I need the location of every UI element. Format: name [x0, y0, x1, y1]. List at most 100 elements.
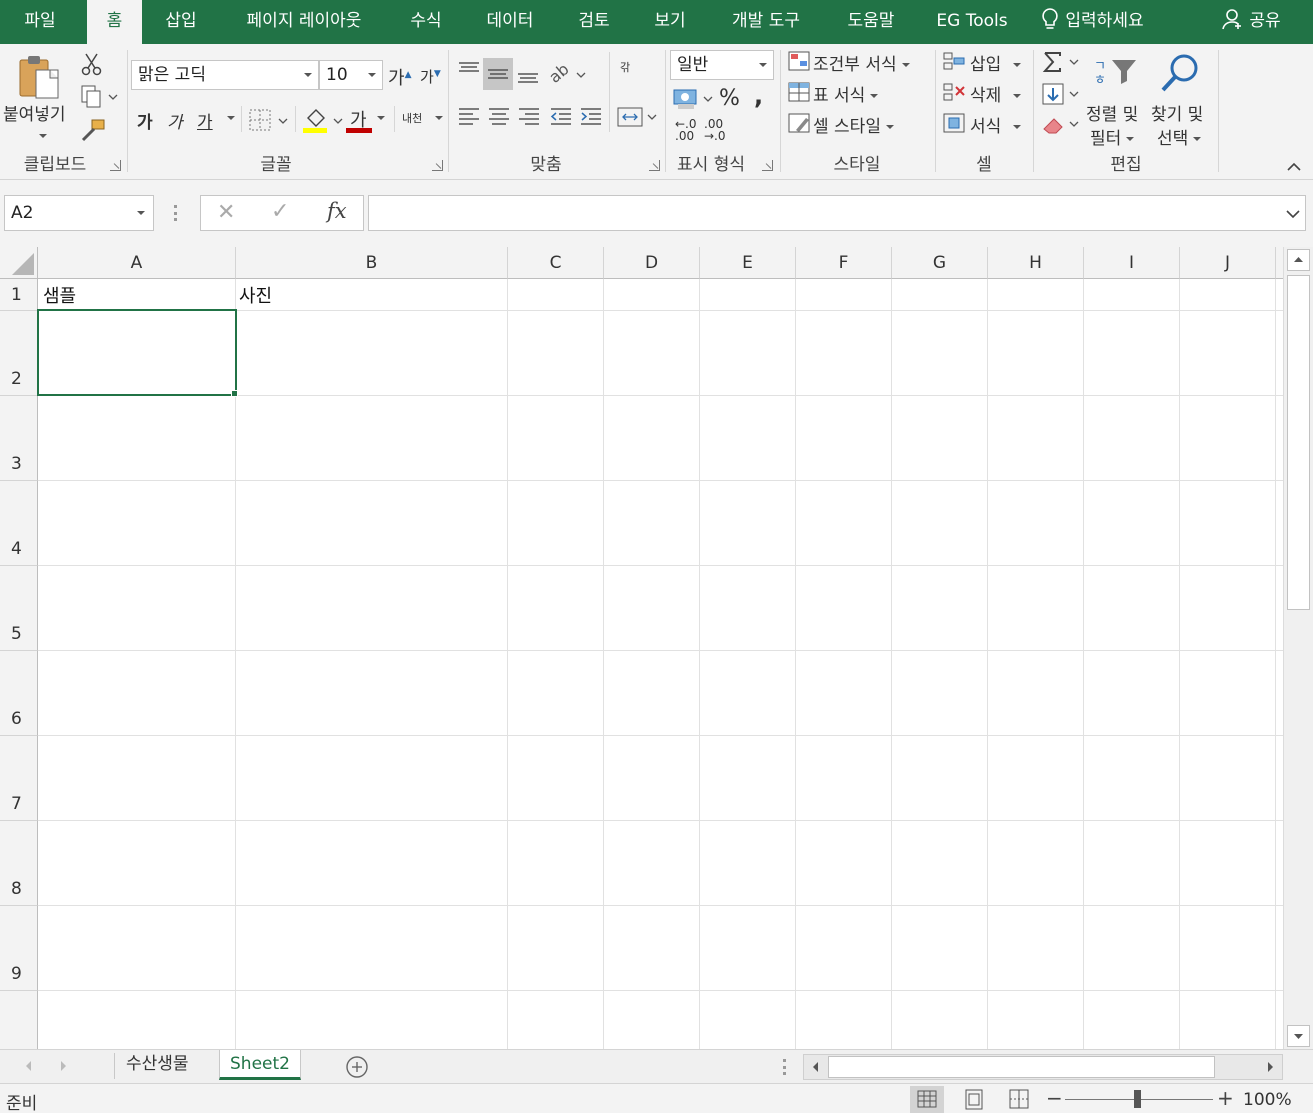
column-header-h[interactable]: H [988, 247, 1084, 279]
column-header-g[interactable]: G [892, 247, 988, 279]
cut-button[interactable] [80, 52, 104, 80]
select-all-button[interactable] [0, 247, 38, 279]
worksheet-grid[interactable]: A B C D E F G H I J 1 2 3 4 5 6 7 8 9 샘플… [0, 247, 1283, 1049]
insert-cells-button[interactable] [943, 51, 967, 77]
tell-me-box[interactable]: 입력하세요 [1040, 0, 1144, 44]
tab-help[interactable]: 도움말 [832, 0, 910, 44]
decrease-decimal-button[interactable]: .00 →.0 [704, 118, 730, 142]
column-header-d[interactable]: D [604, 247, 700, 279]
bold-button[interactable]: 가 [137, 108, 153, 133]
underline-button[interactable]: 가 [197, 108, 213, 133]
number-format-select[interactable]: 일반 [670, 50, 774, 80]
italic-button[interactable]: 가 [167, 108, 183, 133]
column-header-k[interactable] [1276, 247, 1283, 279]
font-name-select[interactable]: 맑은 고딕 [131, 60, 319, 90]
phonetic-dropdown[interactable] [430, 108, 443, 128]
page-break-view-button[interactable] [1002, 1086, 1036, 1113]
font-launcher[interactable] [432, 160, 443, 171]
copy-button[interactable] [80, 84, 120, 112]
font-size-select[interactable]: 10 [319, 60, 383, 90]
align-right-button[interactable] [516, 104, 542, 134]
name-box[interactable]: A2 [4, 195, 154, 231]
confirm-entry-button[interactable]: ✓ [271, 199, 289, 224]
column-header-c[interactable]: C [508, 247, 604, 279]
paste-dropdown[interactable] [34, 126, 47, 146]
column-header-b[interactable]: B [236, 247, 508, 279]
tab-review[interactable]: 검토 [564, 0, 624, 44]
scroll-sheets-right-icon[interactable] [56, 1059, 70, 1073]
row-header-5[interactable]: 5 [0, 566, 38, 651]
autosum-button[interactable] [1041, 50, 1083, 80]
conditional-formatting-button[interactable] [788, 51, 812, 77]
share-button[interactable]: 공유 [1222, 0, 1281, 44]
tab-insert[interactable]: 삽입 [150, 0, 212, 44]
fill-handle[interactable] [231, 390, 238, 397]
row-header-6[interactable]: 6 [0, 651, 38, 736]
formula-input[interactable] [368, 195, 1306, 231]
column-header-a[interactable]: A [38, 247, 236, 279]
accounting-format-button[interactable] [672, 86, 716, 116]
increase-indent-button[interactable] [578, 104, 604, 134]
phonetic-button[interactable]: 내천 [402, 110, 422, 126]
formula-bar-grip[interactable] [174, 205, 177, 221]
clear-button[interactable] [1041, 112, 1083, 142]
paste-button[interactable] [16, 52, 64, 106]
vertical-scroll-thumb[interactable] [1287, 275, 1310, 610]
column-header-j[interactable]: J [1180, 247, 1276, 279]
align-bottom-button[interactable] [515, 58, 541, 92]
underline-dropdown[interactable] [222, 108, 235, 128]
fill-color-button[interactable] [302, 106, 346, 138]
tab-data[interactable]: 데이터 [472, 0, 548, 44]
tab-developer[interactable]: 개발 도구 [714, 0, 818, 44]
column-header-e[interactable]: E [700, 247, 796, 279]
align-center-button[interactable] [486, 104, 512, 134]
cancel-entry-button[interactable]: ✕ [217, 200, 235, 225]
number-launcher[interactable] [762, 160, 773, 171]
find-select-button[interactable] [1158, 52, 1204, 100]
row-header-2[interactable]: 2 [0, 311, 38, 396]
new-sheet-button[interactable] [345, 1055, 369, 1083]
row-header-1[interactable]: 1 [0, 279, 38, 311]
align-middle-button[interactable] [483, 58, 513, 90]
font-color-dropdown[interactable] [372, 108, 385, 128]
grow-font-button[interactable]: 가▲ [388, 64, 411, 90]
orientation-button[interactable]: ab [545, 58, 589, 92]
scroll-sheets-left-icon[interactable] [22, 1059, 36, 1073]
cell-a1[interactable]: 샘플 [38, 282, 76, 308]
align-left-button[interactable] [456, 104, 482, 134]
align-top-button[interactable] [456, 58, 482, 88]
fill-button[interactable] [1041, 82, 1083, 112]
row-header-8[interactable]: 8 [0, 821, 38, 906]
shrink-font-button[interactable]: 가▼ [420, 66, 441, 87]
arrow-left-icon[interactable] [806, 1055, 826, 1079]
merge-center-button[interactable] [616, 104, 662, 134]
cell-b1[interactable]: 사진 [234, 282, 272, 308]
page-layout-view-button[interactable] [957, 1086, 991, 1113]
tab-page-layout[interactable]: 페이지 레이아웃 [226, 0, 382, 44]
column-header-f[interactable]: F [796, 247, 892, 279]
tab-view[interactable]: 보기 [640, 0, 700, 44]
arrow-right-icon[interactable] [1260, 1055, 1280, 1079]
collapse-ribbon-button[interactable] [1286, 158, 1302, 177]
increase-decimal-button[interactable]: ←.0 .00 [675, 118, 701, 142]
decrease-indent-button[interactable] [548, 104, 574, 134]
format-cells-button[interactable] [943, 113, 967, 139]
clipboard-launcher[interactable] [110, 160, 121, 171]
tab-home[interactable]: 홈 [87, 0, 142, 44]
sheet-tab-sheet2[interactable]: Sheet2 [219, 1050, 301, 1080]
scroll-up-button[interactable] [1287, 249, 1310, 271]
vertical-scrollbar[interactable] [1283, 247, 1313, 1049]
sheet-tab-수산생물[interactable]: 수산생물 [116, 1050, 199, 1080]
row-header-4[interactable]: 4 [0, 481, 38, 566]
tab-file[interactable]: 파일 [4, 0, 76, 44]
wrap-text-button[interactable]: 갂 [620, 62, 640, 74]
comma-style-button[interactable]: , [754, 82, 763, 110]
tab-split-grip[interactable] [783, 1059, 786, 1075]
zoom-out-button[interactable]: − [1046, 1086, 1063, 1110]
cell-styles-button[interactable] [788, 113, 812, 139]
percent-style-button[interactable]: % [719, 86, 740, 111]
sort-filter-button[interactable]: ㄱ ㅎ [1092, 54, 1140, 92]
borders-button[interactable] [249, 108, 291, 136]
row-header-3[interactable]: 3 [0, 396, 38, 481]
column-header-i[interactable]: I [1084, 247, 1180, 279]
